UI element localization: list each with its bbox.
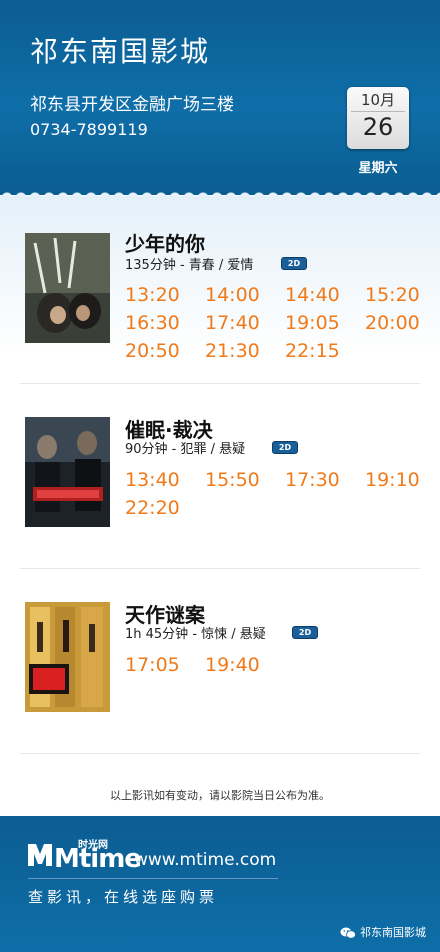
movie-info: 1h 45分钟 - 惊悚 / 悬疑 — [125, 627, 266, 642]
calendar-divider — [351, 111, 405, 112]
movie-poster[interactable] — [25, 233, 110, 343]
date-calendar: 10月 26 — [347, 87, 409, 149]
footer-divider — [28, 878, 278, 879]
movie-list: 少年的你 135分钟 - 青春 / 爱情 2D 13:20 14:00 14:4… — [0, 196, 440, 812]
showtime[interactable]: 21:30 — [205, 340, 285, 362]
footer: 时光网 Mtime www.mtime.com 查影讯，在线选座购票 祁东南国影… — [0, 816, 440, 952]
movie-item[interactable]: 天作谜案 1h 45分钟 - 惊悚 / 悬疑 2D 17:05 19:40 — [0, 566, 440, 746]
showtime[interactable]: 15:20 — [365, 284, 425, 306]
showtime[interactable]: 13:20 — [125, 284, 205, 306]
calendar-month: 10月 — [360, 91, 396, 109]
slogan: 查影讯，在线选座购票 — [28, 888, 219, 906]
movie-item[interactable]: 催眠·裁决 90分钟 - 犯罪 / 悬疑 2D 13:40 15:50 17:3… — [0, 381, 440, 561]
showtime[interactable]: 16:30 — [125, 312, 205, 334]
showtime[interactable]: 17:05 — [125, 654, 205, 676]
website-link[interactable]: www.mtime.com — [134, 850, 276, 870]
showtime[interactable]: 22:20 — [125, 497, 205, 519]
showtime[interactable]: 13:40 — [125, 469, 205, 491]
showtime[interactable]: 20:00 — [365, 312, 425, 334]
format-badge: 2D — [292, 626, 318, 639]
showtime[interactable]: 19:05 — [285, 312, 365, 334]
schedule-notice: 以上影讯如有变动，请以影院当日公布为准。 — [110, 789, 330, 802]
scallop-edge-bottom — [0, 810, 440, 822]
movie-info: 135分钟 - 青春 / 爱情 — [125, 258, 254, 273]
format-badge: 2D — [281, 257, 307, 270]
wechat-account[interactable]: 祁东南国影城 — [340, 924, 426, 940]
format-badge: 2D — [272, 441, 298, 454]
movie-poster[interactable] — [25, 602, 110, 712]
calendar-weekday: 星期六 — [358, 161, 398, 176]
showtimes: 13:20 14:00 14:40 15:20 16:30 17:40 19:0… — [125, 284, 425, 362]
movie-divider — [20, 753, 420, 754]
header: 祁东南国影城 祁东县开发区金融广场三楼 0734-7899119 10月 26 … — [0, 0, 440, 195]
showtime[interactable]: 19:10 — [365, 469, 425, 491]
showtime[interactable]: 14:40 — [285, 284, 365, 306]
movie-title[interactable]: 少年的你 — [125, 228, 205, 257]
showtime[interactable]: 20:50 — [125, 340, 205, 362]
calendar-day: 26 — [362, 113, 394, 141]
showtime[interactable]: 17:30 — [285, 469, 365, 491]
showtime[interactable]: 14:00 — [205, 284, 285, 306]
wechat-account-name: 祁东南国影城 — [360, 926, 426, 939]
logo-wordmark[interactable]: Mtime — [54, 844, 142, 874]
showtime[interactable]: 15:50 — [205, 469, 285, 491]
showtimes: 17:05 19:40 — [125, 654, 425, 676]
cinema-address: 祁东县开发区金融广场三楼 — [30, 95, 234, 115]
cinema-phone[interactable]: 0734-7899119 — [30, 120, 148, 139]
wechat-icon — [340, 927, 356, 939]
showtimes: 13:40 15:50 17:30 19:10 22:20 — [125, 469, 425, 519]
movie-poster[interactable] — [25, 417, 110, 527]
showtime[interactable]: 22:15 — [285, 340, 365, 362]
showtime[interactable]: 19:40 — [205, 654, 285, 676]
movie-info: 90分钟 - 犯罪 / 悬疑 — [125, 442, 246, 457]
cinema-name: 祁东南国影城 — [30, 35, 211, 68]
showtime[interactable]: 17:40 — [205, 312, 285, 334]
movie-item[interactable]: 少年的你 135分钟 - 青春 / 爱情 2D 13:20 14:00 14:4… — [0, 196, 440, 376]
